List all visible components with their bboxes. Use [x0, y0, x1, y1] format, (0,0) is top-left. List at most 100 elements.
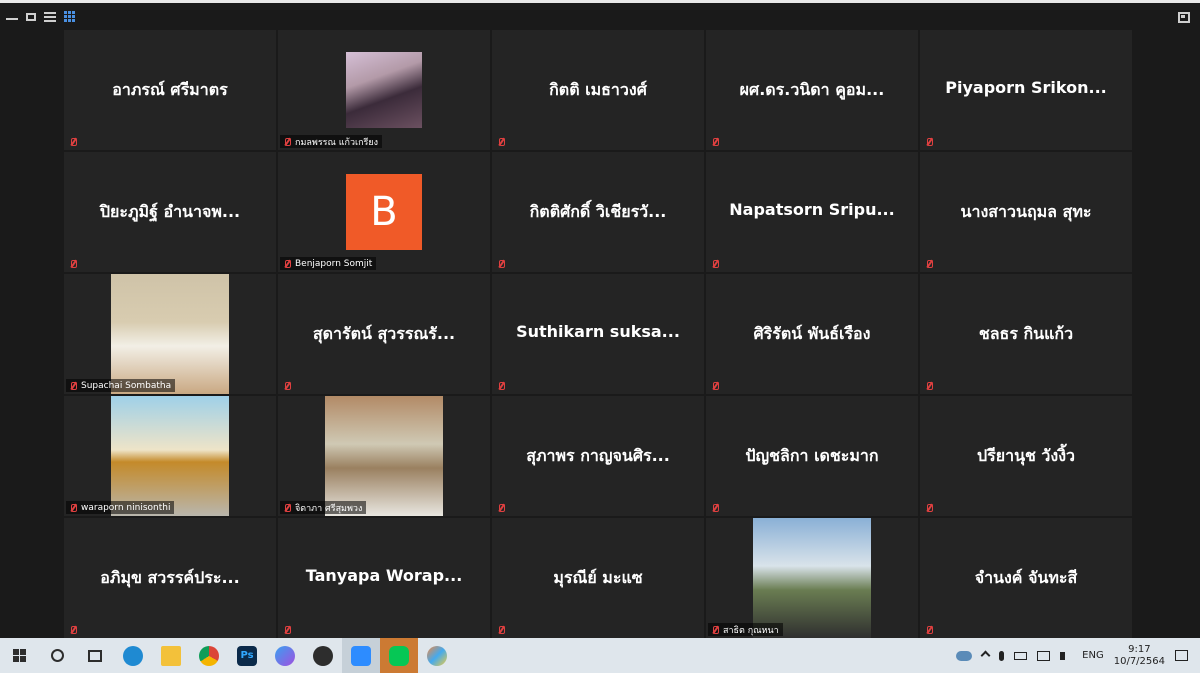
speaker-view-icon[interactable]: [44, 12, 56, 22]
participant-name: ชลธร กินแก้ว: [978, 324, 1074, 343]
participant-label: [922, 135, 938, 148]
participant-tile[interactable]: ปัญชลิกา เดชะมาก: [706, 396, 918, 516]
participant-name: Tanyapa Worap...: [305, 566, 463, 585]
participant-label-text: Benjaporn Somjit: [295, 258, 373, 269]
muted-mic-icon: [68, 137, 78, 147]
participant-tile[interactable]: Tanyapa Worap...: [278, 518, 490, 638]
participant-tile[interactable]: กิตติ เมธาวงศ์: [492, 30, 704, 150]
participant-name: ปัญชลิกา เดชะมาก: [745, 446, 879, 465]
participant-name: ผศ.ดร.วนิดา คูอม...: [739, 80, 885, 99]
participant-label: [280, 379, 296, 392]
line-icon[interactable]: [380, 638, 418, 673]
clock-time: 9:17: [1128, 643, 1151, 655]
participant-name: อภิมุข สวรรค์ประ...: [100, 568, 240, 587]
participant-tile[interactable]: สุภาพร กาญจนศิร...: [492, 396, 704, 516]
participant-tile[interactable]: ชลธร กินแก้ว: [920, 274, 1132, 394]
copilot-icon[interactable]: [266, 638, 304, 673]
participant-tile[interactable]: กิตติศักดิ์ วิเชียรวั...: [492, 152, 704, 272]
participant-tile[interactable]: waraporn ninisonthi: [64, 396, 276, 516]
muted-mic-icon: [68, 503, 78, 513]
notification-icon[interactable]: [1175, 650, 1188, 661]
participant-video: [346, 52, 422, 128]
participant-tile[interactable]: นางสาวนฤมล สุทะ: [920, 152, 1132, 272]
participant-label: [922, 501, 938, 514]
photoshop-label: Ps: [237, 645, 257, 666]
restore-icon[interactable]: [26, 13, 36, 21]
participant-video: [111, 396, 229, 516]
file-explorer-icon[interactable]: [152, 638, 190, 673]
participant-label: [708, 379, 724, 392]
search-icon[interactable]: [38, 638, 76, 673]
muted-mic-icon: [924, 503, 934, 513]
exit-fullscreen-icon[interactable]: [1178, 12, 1190, 23]
muted-mic-icon: [68, 381, 78, 391]
obs-icon[interactable]: [304, 638, 342, 673]
participant-label: [494, 257, 510, 270]
participant-name: มุรณีย์ มะแซ: [553, 568, 643, 587]
onedrive-icon[interactable]: [956, 650, 973, 661]
participant-tile[interactable]: จำนงค์ จันทะสี: [920, 518, 1132, 638]
task-view-icon[interactable]: [76, 638, 114, 673]
muted-mic-icon: [282, 625, 292, 635]
participant-label: [708, 257, 724, 270]
muted-mic-icon: [924, 381, 934, 391]
battery-icon[interactable]: [1014, 651, 1028, 660]
participant-name: กิตติศักดิ์ วิเชียรวั...: [529, 202, 667, 221]
avatar: B: [346, 174, 422, 250]
participant-tile[interactable]: สาธิต กุณหนา: [706, 518, 918, 638]
participant-label: จิดาภา ศรีสุมพวง: [280, 501, 367, 514]
participant-tile[interactable]: ปรียานุช วังงิ้ว: [920, 396, 1132, 516]
participant-name: นางสาวนฤมล สุทะ: [960, 202, 1092, 221]
participant-name: Piyaporn Srikon...: [945, 78, 1107, 97]
participant-label: [66, 257, 82, 270]
participant-name: ปิยะภูมิฐ์ อำนาจพ...: [99, 202, 241, 221]
participant-label-text: Supachai Sombatha: [81, 380, 172, 391]
participant-label: Benjaporn Somjit: [280, 257, 377, 270]
clock-date: 10/7/2564: [1113, 655, 1165, 667]
participant-video: [325, 396, 443, 516]
participant-tile[interactable]: Piyaporn Srikon...: [920, 30, 1132, 150]
muted-mic-icon: [710, 381, 720, 391]
muted-mic-icon: [282, 259, 292, 269]
participant-tile[interactable]: B Benjaporn Somjit: [278, 152, 490, 272]
participant-tile[interactable]: สุดารัตน์ สุวรรณรั...: [278, 274, 490, 394]
participant-label: [494, 379, 510, 392]
muted-mic-icon: [496, 381, 506, 391]
windows-start-icon[interactable]: [0, 638, 38, 673]
volume-icon[interactable]: [1060, 651, 1072, 660]
zoom-icon[interactable]: [342, 638, 380, 673]
participant-tile[interactable]: Supachai Sombatha: [64, 274, 276, 394]
participant-label: [66, 623, 82, 636]
participant-tile[interactable]: Suthikarn suksa...: [492, 274, 704, 394]
participant-tile[interactable]: จิดาภา ศรีสุมพวง: [278, 396, 490, 516]
participant-tile[interactable]: Napatsorn Sripu...: [706, 152, 918, 272]
gallery-view-icon[interactable]: [64, 11, 76, 23]
participant-tile[interactable]: มุรณีย์ มะแซ: [492, 518, 704, 638]
participant-tile[interactable]: กมลพรรณ แก้วเกรียง: [278, 30, 490, 150]
network-icon[interactable]: [1037, 650, 1051, 661]
clock[interactable]: 9:17 10/7/2564: [1114, 644, 1165, 668]
participant-label-text: จิดาภา ศรีสุมพวง: [295, 503, 363, 514]
language-indicator[interactable]: ENG: [1082, 650, 1104, 661]
chrome-icon[interactable]: [190, 638, 228, 673]
participant-label: [922, 379, 938, 392]
participant-label: [66, 135, 82, 148]
edge-icon[interactable]: [114, 638, 152, 673]
participant-label: waraporn ninisonthi: [66, 501, 175, 514]
participant-label: Supachai Sombatha: [66, 379, 176, 392]
participant-tile[interactable]: ผศ.ดร.วนิดา คูอม...: [706, 30, 918, 150]
windows-taskbar: Ps ENG 9:17 10/7/2564: [0, 638, 1200, 673]
participant-label: [708, 135, 724, 148]
participant-tile[interactable]: อาภรณ์ ศรีมาตร: [64, 30, 276, 150]
participant-label: [494, 135, 510, 148]
minimize-icon[interactable]: [6, 11, 18, 20]
participant-tile[interactable]: อภิมุข สวรรค์ประ...: [64, 518, 276, 638]
photoshop-icon[interactable]: Ps: [228, 638, 266, 673]
chevron-up-icon[interactable]: [980, 650, 991, 661]
participant-tile[interactable]: ปิยะภูมิฐ์ อำนาจพ...: [64, 152, 276, 272]
muted-mic-icon: [710, 625, 720, 635]
participant-label-text: กมลพรรณ แก้วเกรียง: [295, 137, 379, 148]
microphone-icon[interactable]: [999, 650, 1005, 661]
participant-tile[interactable]: ศิริรัตน์ พันธ์เรือง: [706, 274, 918, 394]
paint-icon[interactable]: [418, 638, 456, 673]
